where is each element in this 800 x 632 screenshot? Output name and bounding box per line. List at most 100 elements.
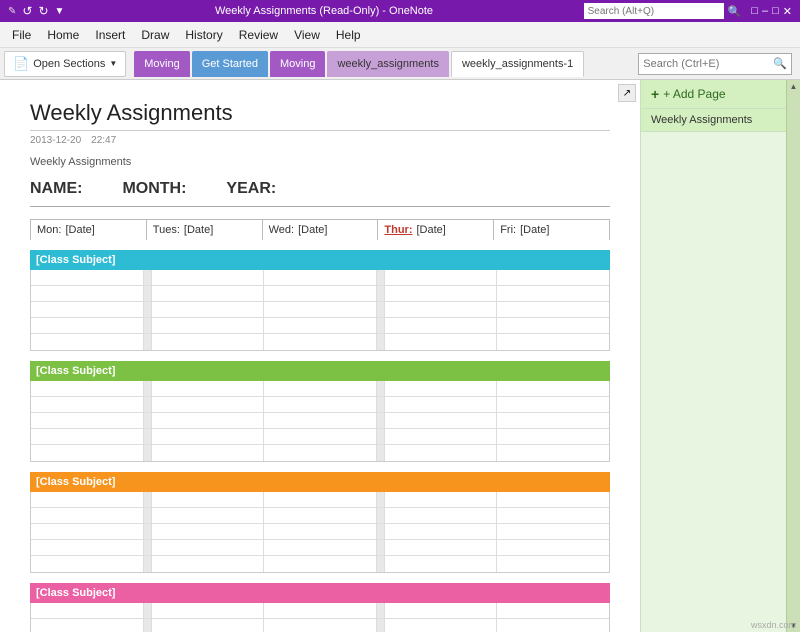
year-label: YEAR: <box>226 180 276 198</box>
quick-access-redo[interactable]: ↻ <box>38 4 48 18</box>
open-sections-label: Open Sections <box>33 58 105 70</box>
table-col <box>31 334 144 350</box>
tab-weekly-assignments-1[interactable]: weekly_assignments-1 <box>451 51 584 77</box>
table-col <box>31 302 144 317</box>
table-col <box>31 286 144 301</box>
table-col <box>385 318 498 333</box>
col-sep <box>144 318 152 333</box>
table-grid-2 <box>30 381 610 462</box>
table-col <box>31 318 144 333</box>
table-col <box>264 318 377 333</box>
col-sep <box>377 286 385 301</box>
notebook-icon: 📄 <box>13 56 29 72</box>
subject-table-4: [Class Subject] <box>30 583 610 632</box>
col-sep <box>377 334 385 350</box>
page-time: 22:47 <box>91 135 116 146</box>
table-col <box>385 286 498 301</box>
menu-insert[interactable]: Insert <box>87 24 133 46</box>
table-col <box>385 270 498 285</box>
quick-access-more[interactable]: ▼ <box>55 6 65 17</box>
col-sep <box>144 302 152 317</box>
month-label: MONTH: <box>122 180 186 198</box>
table-grid-4 <box>30 603 610 632</box>
table-row <box>31 381 609 397</box>
table-row <box>31 603 609 619</box>
restore-window-btn[interactable]: □ <box>751 5 758 17</box>
table-row <box>31 540 609 556</box>
table-row <box>31 286 609 302</box>
title-search-input[interactable] <box>584 3 724 19</box>
page-label: Weekly Assignments <box>30 156 610 168</box>
menu-help[interactable]: Help <box>328 24 369 46</box>
table-row <box>31 302 609 318</box>
title-bar: ✎ ↺ ↻ ▼ Weekly Assignments (Read-Only) -… <box>0 0 800 22</box>
col-sep <box>144 334 152 350</box>
table-col <box>497 302 609 317</box>
col-sep <box>377 302 385 317</box>
quick-access-undo[interactable]: ↺ <box>22 4 32 18</box>
title-search-icon[interactable]: 🔍 <box>728 5 742 18</box>
expand-btn[interactable]: ↗ <box>618 84 636 102</box>
sidebar-scroll-up[interactable]: ▲ <box>790 82 798 91</box>
subject-header-2: [Class Subject] <box>30 361 610 381</box>
subject-header-4: [Class Subject] <box>30 583 610 603</box>
table-col <box>385 302 498 317</box>
table-col <box>264 334 377 350</box>
tab-moving1[interactable]: Moving <box>134 51 189 77</box>
menu-draw[interactable]: Draw <box>133 24 177 46</box>
day-header-row: Mon: [Date] Tues: [Date] Wed: [Date] Thu… <box>30 219 610 240</box>
menu-home[interactable]: Home <box>39 24 87 46</box>
tab-weekly-assignments[interactable]: weekly_assignments <box>327 51 449 77</box>
menu-review[interactable]: Review <box>231 24 286 46</box>
menu-bar: File Home Insert Draw History Review Vie… <box>0 22 800 48</box>
page-meta: 2013-12-20 22:47 <box>30 135 610 146</box>
table-col <box>152 286 265 301</box>
tab-moving2[interactable]: Moving <box>270 51 325 77</box>
sidebar-page-weekly[interactable]: Weekly Assignments <box>641 109 800 132</box>
table-col <box>264 302 377 317</box>
table-col <box>264 286 377 301</box>
table-col <box>152 334 265 350</box>
add-page-btn[interactable]: + + Add Page <box>641 80 800 109</box>
table-row <box>31 397 609 413</box>
tabs-search-icon[interactable]: 🔍 <box>773 57 787 70</box>
table-col <box>497 334 609 350</box>
subject-header-1: [Class Subject] <box>30 250 610 270</box>
main-area: ↗ Weekly Assignments 2013-12-20 22:47 We… <box>0 80 800 632</box>
table-col <box>31 270 144 285</box>
table-col <box>385 334 498 350</box>
table-row <box>31 445 609 461</box>
table-row <box>31 318 609 334</box>
add-icon: + <box>651 86 659 102</box>
tabs-search-input[interactable] <box>643 58 773 70</box>
minimize-btn[interactable]: – <box>762 5 768 17</box>
close-btn[interactable]: ✕ <box>783 5 792 18</box>
table-col <box>497 318 609 333</box>
name-month-year: NAME: MONTH: YEAR: <box>30 180 610 207</box>
day-thur: Thur: [Date] <box>378 220 494 240</box>
subject-table-1: [Class Subject] <box>30 250 610 351</box>
menu-file[interactable]: File <box>4 24 39 46</box>
open-sections-chevron: ▼ <box>109 59 117 68</box>
open-sections-btn[interactable]: 📄 Open Sections ▼ <box>4 51 126 77</box>
page-title: Weekly Assignments <box>30 100 610 131</box>
subject-table-2: [Class Subject] <box>30 361 610 462</box>
tabs-bar: 📄 Open Sections ▼ Moving Get Started Mov… <box>0 48 800 80</box>
page-content: ↗ Weekly Assignments 2013-12-20 22:47 We… <box>0 80 640 632</box>
table-col <box>497 286 609 301</box>
tabs-search-box[interactable]: 🔍 <box>638 53 792 75</box>
menu-history[interactable]: History <box>177 24 230 46</box>
col-sep <box>144 286 152 301</box>
table-row <box>31 556 609 572</box>
table-grid-3 <box>30 492 610 573</box>
maximize-btn[interactable]: □ <box>772 5 779 17</box>
tab-get-started[interactable]: Get Started <box>192 51 268 77</box>
col-sep <box>144 270 152 285</box>
table-row <box>31 270 609 286</box>
col-sep <box>377 318 385 333</box>
menu-view[interactable]: View <box>286 24 328 46</box>
table-col <box>152 318 265 333</box>
right-sidebar: + + Add Page Weekly Assignments ▲ ▼ <box>640 80 800 632</box>
table-col <box>264 270 377 285</box>
subject-table-3: [Class Subject] <box>30 472 610 573</box>
